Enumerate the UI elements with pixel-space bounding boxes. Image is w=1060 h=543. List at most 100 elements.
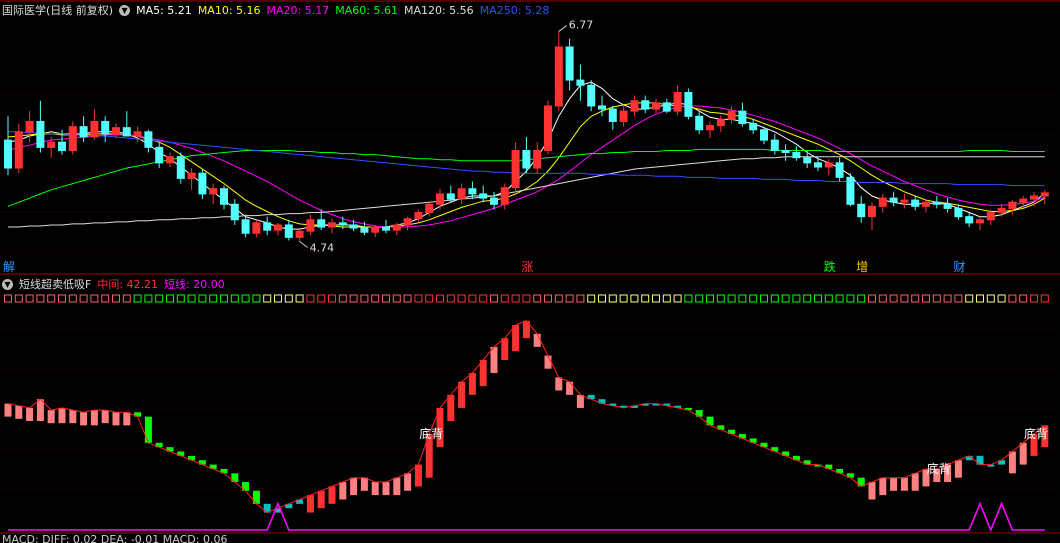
indicator-bar bbox=[36, 399, 44, 421]
ma5-label: MA5: 5.21 bbox=[136, 3, 192, 17]
signal-square bbox=[198, 294, 207, 303]
candle-body bbox=[976, 219, 984, 224]
signal-square bbox=[500, 294, 509, 303]
signal-square bbox=[338, 294, 347, 303]
signal-square bbox=[101, 294, 110, 303]
candle-body bbox=[1008, 201, 1017, 209]
candle-body bbox=[781, 149, 790, 154]
indicator-bar bbox=[566, 381, 574, 395]
candle-body bbox=[328, 222, 336, 228]
candle-body bbox=[382, 226, 390, 231]
signal-square bbox=[770, 294, 779, 303]
signal-square bbox=[684, 294, 693, 303]
signal-square bbox=[878, 294, 887, 303]
candle-body bbox=[608, 108, 617, 122]
candle-body bbox=[220, 188, 228, 205]
signal-square bbox=[965, 294, 974, 303]
signal-square bbox=[4, 294, 12, 303]
signal-square bbox=[576, 294, 585, 303]
dropdown-icon[interactable]: ▼ bbox=[2, 278, 13, 290]
bottom-label: MACD: DIFF: 0.02 DEA: -0.01 MACD: 0.06 bbox=[2, 535, 228, 543]
event-marker: 解 bbox=[3, 260, 15, 274]
candle-body bbox=[58, 141, 66, 151]
candle-body bbox=[252, 222, 261, 234]
candle-body bbox=[576, 79, 585, 86]
candle-body bbox=[716, 118, 725, 127]
candle-body bbox=[727, 110, 736, 120]
indicator-bar bbox=[47, 410, 55, 424]
signal-square bbox=[630, 294, 639, 303]
candle-body bbox=[900, 199, 909, 203]
signal-square bbox=[846, 294, 855, 303]
candle-body bbox=[79, 126, 88, 138]
candle-body bbox=[544, 105, 552, 151]
candle-body bbox=[436, 193, 444, 205]
candle-body bbox=[814, 162, 822, 168]
candle-body bbox=[673, 92, 682, 112]
dropdown-icon[interactable]: ▼ bbox=[119, 4, 131, 16]
signal-square bbox=[619, 294, 628, 303]
signal-square bbox=[274, 294, 282, 303]
candle-body bbox=[198, 172, 207, 195]
event-marker: 跌 bbox=[824, 259, 836, 274]
candle-body bbox=[522, 149, 531, 169]
main-header: 国际医学(日线 前复权) ▼ MA5: 5.21 MA10: 5.16 MA20… bbox=[2, 2, 555, 18]
signal-square bbox=[695, 294, 704, 303]
candle-body bbox=[878, 197, 887, 207]
candle-body bbox=[792, 152, 801, 159]
signal-square bbox=[166, 294, 174, 303]
signal-square bbox=[317, 294, 326, 303]
indicator-bar bbox=[414, 464, 422, 487]
candle-body bbox=[490, 197, 498, 205]
indicator-header: ▼ 短线超卖低吸F 中间: 42.21 短线: 20.00 bbox=[2, 276, 231, 292]
indicator-bar bbox=[512, 325, 520, 352]
candle-body bbox=[284, 224, 293, 238]
candle-body bbox=[317, 219, 326, 228]
signal-square bbox=[14, 294, 23, 303]
indicator-bar bbox=[868, 482, 876, 500]
signal-square bbox=[220, 294, 228, 303]
signal-square bbox=[662, 294, 671, 303]
candle-body bbox=[209, 188, 218, 195]
indicator-bar bbox=[706, 416, 714, 426]
signal-square bbox=[554, 294, 563, 303]
candle-body bbox=[1019, 198, 1028, 203]
candle-body bbox=[770, 139, 779, 151]
signal-square bbox=[1030, 294, 1038, 303]
signal-square bbox=[392, 294, 401, 303]
signal-square bbox=[749, 294, 758, 303]
indicator-bar bbox=[15, 405, 23, 419]
candle-body bbox=[133, 131, 142, 137]
signal-square bbox=[738, 294, 747, 303]
signal-square bbox=[857, 294, 866, 303]
indicator-bar bbox=[252, 490, 260, 504]
candle-body bbox=[835, 162, 844, 178]
low-label: 4.74 bbox=[310, 242, 335, 255]
candle-body bbox=[230, 203, 239, 221]
high-pointer bbox=[558, 25, 568, 32]
signal-square bbox=[176, 294, 185, 303]
indicator-bar bbox=[1008, 451, 1016, 474]
candle-body bbox=[641, 100, 650, 110]
indicator-bar bbox=[468, 373, 476, 395]
candle-body bbox=[1030, 195, 1038, 200]
ma250-label: MA250: 5.28 bbox=[479, 3, 550, 17]
candle-body bbox=[598, 105, 606, 110]
candle-body bbox=[684, 92, 693, 117]
signal-square bbox=[835, 294, 844, 303]
event-marker: 增 bbox=[856, 260, 868, 274]
signal-square bbox=[922, 294, 930, 303]
signal-square bbox=[986, 294, 995, 303]
indicator-bar bbox=[101, 410, 109, 424]
signal-square bbox=[425, 294, 434, 303]
signal-square bbox=[349, 294, 358, 303]
signal-square bbox=[90, 294, 99, 303]
signal-square bbox=[781, 294, 790, 303]
signal-square bbox=[58, 294, 66, 303]
candle-body bbox=[868, 205, 876, 218]
indicator-bar bbox=[479, 359, 487, 387]
candle-body bbox=[338, 222, 347, 226]
candle-body bbox=[500, 187, 509, 205]
indicator-bar bbox=[328, 486, 336, 504]
signal-square bbox=[263, 294, 272, 303]
